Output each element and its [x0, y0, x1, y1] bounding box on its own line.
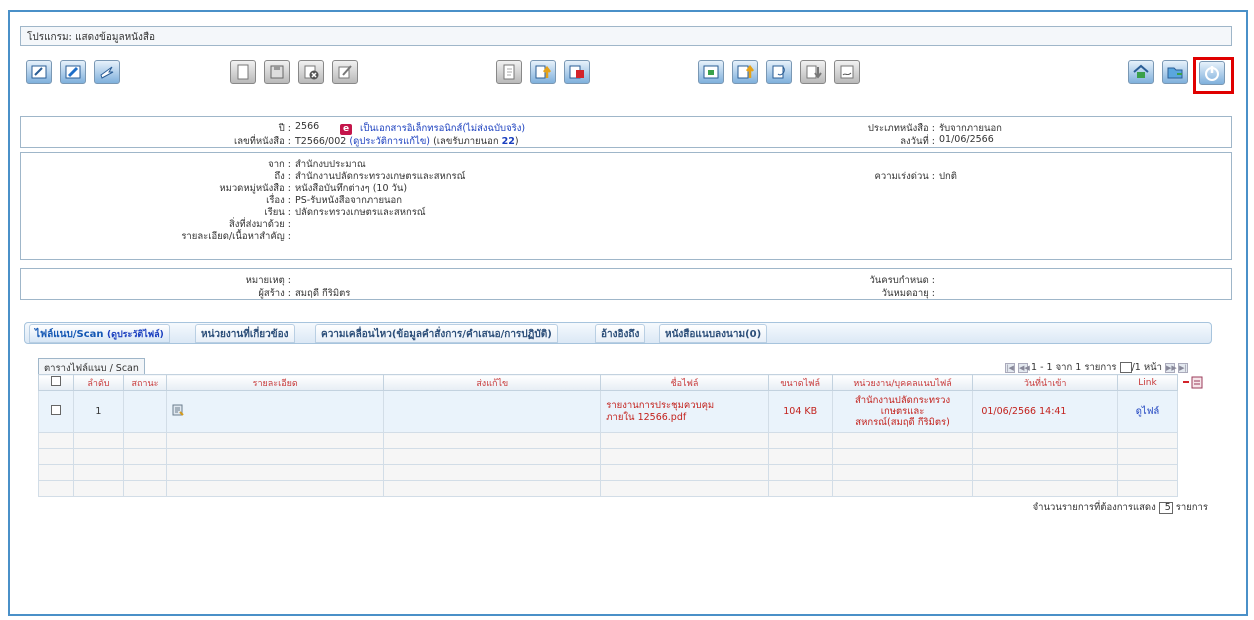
- power-button-highlight: [1193, 57, 1234, 94]
- table-row-empty: [37, 448, 1178, 465]
- external-no-value: 22: [501, 136, 515, 147]
- prev-page-icon[interactable]: ◀◀: [1018, 362, 1030, 373]
- row-import-date: 01/06/2566 14:41: [972, 390, 1119, 433]
- attach-icon[interactable]: [766, 60, 792, 84]
- forward-icon[interactable]: [94, 60, 120, 84]
- save-icon[interactable]: [264, 60, 290, 84]
- copy-icon[interactable]: [332, 60, 358, 84]
- pager-page-suffix: /1 หน้า: [1131, 362, 1162, 373]
- urgency-value: ปกติ: [939, 171, 957, 182]
- arrow-down-icon[interactable]: [800, 60, 826, 84]
- recipient-value: ปลัดกระทรวงเกษตรและสหกรณ์: [295, 207, 426, 218]
- col-no[interactable]: ลำดับ: [73, 374, 124, 391]
- document-detail-box: จาก : สำนักงบประมาณ ถึง : สำนักงานปลัดกร…: [20, 152, 1232, 260]
- download-icon[interactable]: [698, 60, 724, 84]
- urgency-label: ความเร่งด่วน :: [874, 171, 936, 182]
- note-icon[interactable]: [172, 404, 184, 419]
- row-file-name-line-2: ภายใน 12566.pdf: [606, 411, 687, 423]
- row-select-cell: [37, 390, 75, 433]
- rows-per-page-input[interactable]: 5: [1158, 501, 1173, 514]
- content-label: รายละเอียด/เนื้อหาสำคัญ :: [181, 231, 291, 242]
- collapse-panel-icon[interactable]: [1182, 376, 1204, 393]
- pencil-icon[interactable]: [60, 60, 86, 84]
- expire-date-label: วันหมดอายุ :: [881, 288, 935, 299]
- external-no-close: ): [514, 136, 519, 147]
- col-import-date[interactable]: วันที่นำเข้า: [972, 374, 1119, 391]
- col-revise[interactable]: ส่งแก้ไข: [383, 374, 602, 391]
- table-row[interactable]: 1 รายงานการประชุมควบคุม ภายใน 12566.pdf …: [37, 390, 1178, 433]
- tab-signed-attachments[interactable]: หนังสือแนบลงนาม(0): [659, 324, 768, 343]
- row-checkbox[interactable]: [51, 405, 62, 415]
- page-number-input[interactable]: [1119, 362, 1132, 373]
- rows-per-page-label: จำนวนรายการที่ต้องการแสดง: [1032, 502, 1156, 513]
- upload-icon[interactable]: [530, 60, 556, 84]
- external-no-text: (เลขรับภายนอก: [433, 136, 499, 147]
- row-attacher: สำนักงานปลัดกระทรวง เกษตรและ สหกรณ์(สมฤด…: [831, 390, 974, 433]
- row-file-name-line-1: รายงานการประชุมควบคุม: [606, 399, 715, 411]
- import-icon[interactable]: [732, 60, 758, 84]
- select-all-checkbox[interactable]: [51, 376, 62, 386]
- tab-attachments[interactable]: ไฟล์แนบ/Scan (ดูประวัติไฟล์): [29, 324, 170, 343]
- creator-label: ผู้สร้าง :: [258, 288, 291, 299]
- program-title: โปรแกรม: แสดงข้อมูลหนังสือ: [20, 26, 1232, 46]
- row-detail: [166, 390, 385, 433]
- edit-icon[interactable]: [26, 60, 52, 84]
- document-icon[interactable]: [230, 60, 256, 84]
- new-file-icon[interactable]: [496, 60, 522, 84]
- doc-no-row: T2566/002 (ดูประวัติการแก้ไข) (เลขรับภาย…: [295, 134, 519, 149]
- next-page-icon[interactable]: ▶▶: [1164, 362, 1177, 373]
- delete-icon[interactable]: [298, 60, 324, 84]
- pager: |◀ ◀◀ 1 - 1 จาก 1 รายการ /1 หน้า ▶▶ ▶|: [1004, 360, 1188, 375]
- col-file-name[interactable]: ชื่อไฟล์: [600, 374, 769, 391]
- home-icon[interactable]: [1128, 60, 1154, 84]
- electronic-doc-text: เป็นเอกสารอิเล็กทรอนิกส์(ไม่ส่งฉบับจริง): [360, 123, 526, 134]
- pager-range-text: 1 - 1 จาก 1 รายการ: [1031, 362, 1117, 373]
- col-link[interactable]: Link: [1117, 374, 1178, 391]
- grid-caption: ตารางไฟล์แนบ / Scan: [38, 358, 145, 374]
- select-all-header: [37, 374, 75, 391]
- tab-attachments-label: ไฟล์แนบ/Scan: [35, 329, 104, 340]
- row-file-name[interactable]: รายงานการประชุมควบคุม ภายใน 12566.pdf: [600, 390, 769, 433]
- col-file-size[interactable]: ขนาดไฟล์: [767, 374, 833, 391]
- row-no: 1: [73, 390, 124, 433]
- tab-movements[interactable]: ความเคลื่อนไหว(ข้อมูลคำสั่งการ/คำเสนอ/กา…: [315, 324, 558, 343]
- row-attacher-line-2: เกษตรและ: [880, 406, 925, 417]
- note-box: หมายเหตุ : ผู้สร้าง : สมฤดี กีริมิตร วัน…: [20, 268, 1232, 300]
- table-row-empty: [37, 464, 1178, 481]
- tab-related-agencies[interactable]: หน่วยงานที่เกี่ยวข้อง: [195, 324, 295, 343]
- view-file-link[interactable]: ดูไฟล์: [1117, 390, 1178, 433]
- folder-icon[interactable]: [1162, 60, 1188, 84]
- edit-history-link[interactable]: (ดูประวัติการแก้ไข): [349, 136, 430, 147]
- last-page-icon[interactable]: ▶|: [1178, 362, 1188, 373]
- doc-no-label: เลขที่หนังสือ :: [234, 136, 291, 147]
- table-header-row: ลำดับ สถานะ รายละเอียด ส่งแก้ไข ชื่อไฟล์…: [37, 374, 1178, 391]
- col-status[interactable]: สถานะ: [122, 374, 168, 391]
- year-value: 2566: [295, 121, 320, 132]
- col-attacher[interactable]: หน่วยงาน/บุคคลแนบไฟล์: [831, 374, 974, 391]
- row-file-size: 104 KB: [767, 390, 833, 433]
- row-attacher-line-1: สำนักงานปลัดกระทรวง: [854, 395, 951, 406]
- document-header-box: ปี : 2566 e เป็นเอกสารอิเล็กทรอนิกส์(ไม่ส…: [20, 116, 1232, 148]
- col-detail[interactable]: รายละเอียด: [166, 374, 385, 391]
- rows-per-page-control: จำนวนรายการที่ต้องการแสดง 5 รายการ: [1033, 500, 1208, 515]
- doc-no-value: T2566/002: [295, 136, 347, 147]
- row-attacher-line-3: สหกรณ์(สมฤดี กีริมิตร): [855, 417, 950, 428]
- tab-references[interactable]: อ้างอิงถึง: [595, 324, 646, 343]
- sign-icon[interactable]: [834, 60, 860, 84]
- table-row-empty: [37, 432, 1178, 449]
- table-row-empty: [37, 480, 1178, 497]
- row-status: [122, 390, 168, 433]
- creator-value: สมฤดี กีริมิตร: [295, 288, 351, 299]
- row-revise: [383, 390, 602, 433]
- rows-per-page-suffix: รายการ: [1175, 502, 1208, 513]
- red-stop-icon[interactable]: [564, 60, 590, 84]
- attachments-table: ลำดับ สถานะ รายละเอียด ส่งแก้ไข ชื่อไฟล์…: [37, 374, 1178, 497]
- doc-date-label: ลงวันที่ :: [900, 136, 935, 147]
- file-history-link[interactable]: (ดูประวัติไฟล์): [107, 330, 164, 340]
- first-page-icon[interactable]: |◀: [1004, 362, 1015, 373]
- tab-bar: ไฟล์แนบ/Scan (ดูประวัติไฟล์) หน่วยงานที่…: [24, 322, 1212, 344]
- doc-date-value: 01/06/2566: [939, 134, 994, 145]
